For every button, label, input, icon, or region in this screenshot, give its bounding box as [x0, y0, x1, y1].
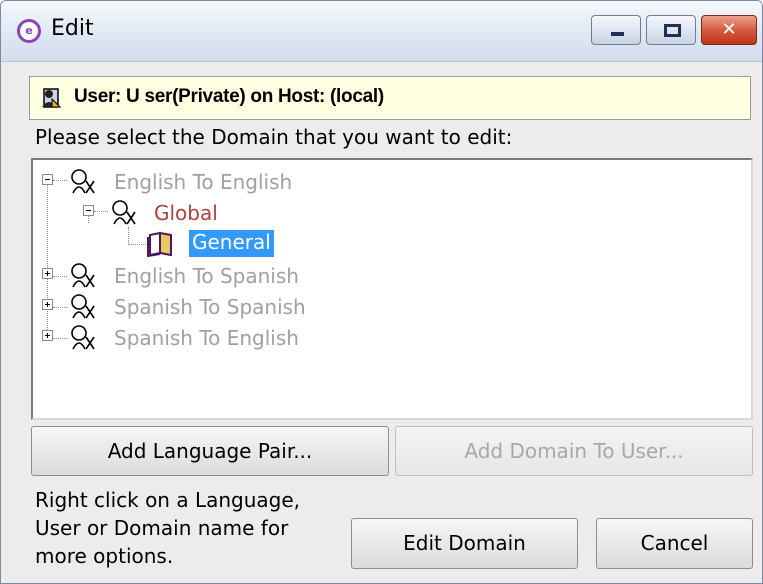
close-button[interactable]: ✕ [701, 15, 757, 45]
language-pair-icon [71, 325, 95, 350]
language-pair-icon [71, 294, 95, 319]
edit-dialog: e Edit ✕ User: U ser(Private) on Host: (… [0, 0, 763, 584]
expand-icon[interactable] [42, 268, 53, 279]
maximize-button[interactable] [646, 15, 696, 45]
domain-tree[interactable]: English To English Global General Englis… [31, 158, 753, 420]
tree-node-label: Global [154, 201, 218, 225]
add-domain-to-user-button[interactable]: Add Domain To User... [395, 426, 753, 476]
title-bar[interactable]: e Edit ✕ [1, 1, 762, 62]
tree-node-spanish-to-spanish[interactable]: Spanish To Spanish [33, 291, 353, 321]
tree-node-english-to-spanish[interactable]: English To Spanish [33, 260, 353, 290]
expand-icon[interactable] [42, 330, 53, 341]
tree-node-global[interactable]: Global [33, 197, 353, 227]
user-info-bar: User: U ser(Private) on Host: (local) [29, 76, 751, 120]
tree-node-label: English To Spanish [114, 264, 299, 288]
tree-node-label: English To English [114, 170, 293, 194]
add-language-pair-button[interactable]: Add Language Pair... [31, 426, 389, 476]
expand-icon[interactable] [42, 299, 53, 310]
book-icon [147, 231, 172, 257]
app-icon: e [17, 19, 41, 43]
tree-node-english-to-english[interactable]: English To English [33, 166, 353, 196]
close-icon: ✕ [721, 19, 737, 40]
cancel-button[interactable]: Cancel [596, 518, 753, 569]
tree-node-label: Spanish To Spanish [114, 295, 306, 319]
context-menu-hint: Right click on a Language, User or Domai… [35, 488, 301, 568]
tree-node-spanish-to-english[interactable]: Spanish To English [33, 322, 353, 352]
select-domain-prompt: Please select the Domain that you want t… [35, 125, 513, 149]
window-title: Edit [51, 16, 94, 41]
user-group-icon [112, 200, 136, 225]
user-host-label: User: U ser(Private) on Host: (local) [74, 86, 384, 107]
tree-node-general[interactable]: General [33, 228, 353, 258]
tree-node-label: General [189, 230, 274, 257]
edit-domain-button[interactable]: Edit Domain [351, 518, 578, 569]
language-pair-icon [71, 169, 95, 194]
tree-node-label: Spanish To English [114, 326, 299, 350]
collapse-icon[interactable] [42, 174, 53, 185]
user-icon [42, 88, 62, 108]
language-pair-icon [71, 263, 95, 288]
collapse-icon[interactable] [83, 205, 94, 216]
minimize-button[interactable] [591, 15, 641, 45]
